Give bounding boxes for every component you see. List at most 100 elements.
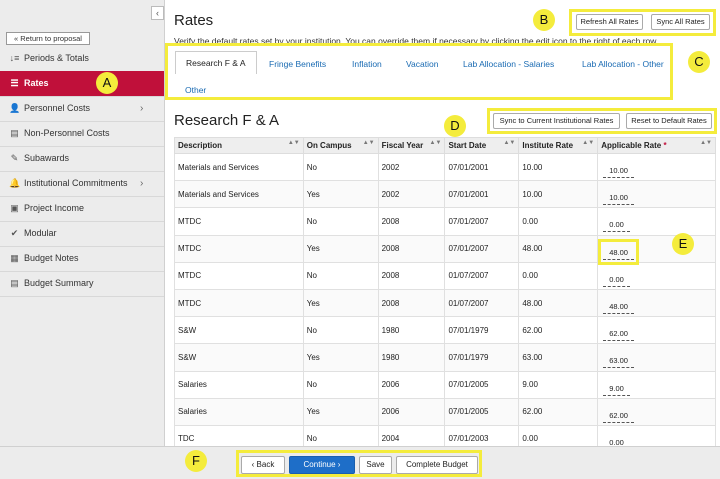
col-header-applicable-rate[interactable]: Applicable Rate * ▲▼: [597, 137, 716, 154]
callout-f: F: [185, 450, 211, 472]
sidebar-item-label: Subawards: [24, 153, 70, 163]
col-header-description[interactable]: Description ▲▼: [174, 137, 304, 154]
tab-research-fa[interactable]: Research F & A: [175, 51, 257, 74]
cell-start-date: 01/07/2007: [444, 261, 520, 290]
table-row: MTDC Yes 2008 01/07/2007 48.00 48.00: [174, 288, 716, 318]
back-button[interactable]: ‹ Back: [241, 456, 285, 474]
sidebar-item-budget-summary[interactable]: ▤ Budget Summary: [0, 271, 164, 296]
applicable-rate-input[interactable]: 0.00: [603, 216, 630, 233]
cell-institute-rate: 9.00: [518, 370, 599, 399]
bell-icon: 🔔: [9, 178, 21, 188]
sidebar-item-budget-notes[interactable]: ▦ Budget Notes: [0, 246, 164, 271]
sidebar: ‹ « Return to proposal ↓≡ Periods & Total…: [0, 0, 165, 446]
cell-applicable-rate: 62.00: [597, 316, 716, 345]
col-label: Fiscal Year: [381, 141, 424, 150]
col-header-fiscal-year[interactable]: Fiscal Year ▲▼: [377, 137, 446, 154]
cell-fiscal-year: 2008: [377, 234, 446, 263]
callout-label: A: [102, 75, 112, 90]
tab-lab-allocation-other[interactable]: Lab Allocation - Other: [582, 59, 664, 69]
applicable-rate-input[interactable]: 0.00: [603, 271, 630, 287]
cell-fiscal-year: 2008: [377, 207, 446, 236]
cell-fiscal-year: 2006: [377, 370, 446, 399]
sync-all-rates-button[interactable]: Sync All Rates: [651, 14, 710, 30]
tab-fringe-benefits[interactable]: Fringe Benefits: [269, 59, 326, 69]
table-row: TDC No 2004 07/01/2003 0.00 0.00: [174, 424, 716, 446]
image-icon: ▣: [10, 203, 19, 213]
sidebar-item-project-income[interactable]: ▣ Project Income: [0, 196, 164, 221]
applicable-rate-input[interactable]: 10.00: [603, 189, 634, 206]
col-label: Description: [178, 141, 223, 150]
collapse-sidebar-button[interactable]: ‹: [151, 6, 164, 20]
cell-institute-rate: 63.00: [518, 343, 599, 372]
cell-institute-rate: 0.00: [518, 261, 599, 290]
continue-button[interactable]: Continue ›: [289, 456, 355, 474]
cell-start-date: 07/01/1979: [444, 343, 520, 372]
sync-institutional-rates-button[interactable]: Sync to Current Institutional Rates: [493, 113, 620, 129]
cell-applicable-rate: 9.00: [597, 370, 716, 399]
applicable-rate-input[interactable]: 48.00: [598, 238, 639, 265]
cell-fiscal-year: 1980: [377, 316, 446, 345]
sidebar-item-personnel-costs[interactable]: 👤 Personnel Costs ›: [0, 96, 164, 121]
cell-start-date: 07/01/2005: [444, 370, 520, 399]
tab-lab-allocation-salaries[interactable]: Lab Allocation - Salaries: [463, 59, 554, 69]
cell-start-date: 07/01/2007: [444, 234, 520, 263]
sidebar-item-modular[interactable]: ✔ Modular: [0, 221, 164, 246]
cell-fiscal-year: 2004: [377, 424, 446, 446]
refresh-all-rates-button[interactable]: Refresh All Rates: [576, 14, 643, 30]
cell-start-date: 07/01/2003: [444, 424, 520, 446]
applicable-rate-input[interactable]: 48.00: [603, 298, 634, 315]
applicable-rate-input[interactable]: 63.00: [603, 352, 634, 369]
cell-institute-rate: 48.00: [518, 288, 599, 318]
applicable-rate-input[interactable]: 0.00: [603, 434, 630, 446]
cell-on-campus: No: [302, 370, 379, 399]
chevron-right-icon: ›: [140, 178, 144, 189]
applicable-rate-input[interactable]: 9.00: [603, 380, 630, 396]
applicable-rate-input[interactable]: 62.00: [603, 407, 634, 423]
sort-icon: ▲▼: [429, 140, 442, 146]
sort-icon: ▲▼: [287, 140, 300, 146]
sidebar-item-periods-totals[interactable]: ↓≡ Periods & Totals: [0, 46, 164, 71]
rates-table-container: Description ▲▼ On Campus ▲▼ Fiscal Year ▲▼ …: [174, 137, 716, 446]
callout-d: D: [444, 115, 470, 137]
sidebar-item-label: Institutional Commitments: [24, 178, 128, 188]
sidebar-item-rates[interactable]: ☰ Rates: [0, 71, 164, 96]
tab-inflation[interactable]: Inflation: [352, 59, 382, 69]
complete-budget-button[interactable]: Complete Budget: [396, 456, 478, 474]
table-header-row: Description ▲▼ On Campus ▲▼ Fiscal Year ▲▼ …: [174, 137, 716, 154]
sidebar-item-label: Non-Personnel Costs: [24, 128, 110, 138]
tab-vacation[interactable]: Vacation: [406, 59, 438, 69]
return-to-proposal-button[interactable]: « Return to proposal: [6, 32, 90, 45]
section-title: Research F & A: [174, 112, 280, 129]
applicable-rate-input[interactable]: 62.00: [603, 325, 634, 342]
cell-start-date: 07/01/2001: [444, 152, 520, 182]
sidebar-item-institutional-commitments[interactable]: 🔔 Institutional Commitments ›: [0, 171, 164, 196]
cell-on-campus: Yes: [302, 234, 379, 263]
cell-on-campus: No: [302, 261, 379, 290]
cell-fiscal-year: 1980: [377, 343, 446, 372]
cell-start-date: 07/01/2001: [444, 180, 520, 209]
sidebar-item-label: Periods & Totals: [24, 53, 89, 63]
document-icon: ▤: [10, 128, 19, 138]
table-row: Salaries Yes 2006 07/01/2005 62.00 62.00: [174, 397, 716, 426]
save-button[interactable]: Save: [359, 456, 392, 474]
cell-description: MTDC: [174, 207, 304, 236]
cell-description: TDC: [174, 424, 304, 446]
rates-table: Description ▲▼ On Campus ▲▼ Fiscal Year ▲▼ …: [174, 137, 716, 446]
applicable-rate-input[interactable]: 10.00: [603, 162, 634, 179]
sidebar-item-non-personnel-costs[interactable]: ▤ Non-Personnel Costs: [0, 121, 164, 146]
col-header-on-campus[interactable]: On Campus ▲▼: [302, 137, 379, 154]
reset-default-rates-button[interactable]: Reset to Default Rates: [626, 113, 712, 129]
cell-applicable-rate: 10.00: [597, 152, 716, 182]
tab-other[interactable]: Other: [185, 85, 206, 95]
cell-start-date: 07/01/1979: [444, 316, 520, 345]
cell-fiscal-year: 2002: [377, 180, 446, 209]
cell-start-date: 01/07/2007: [444, 288, 520, 318]
sidebar-item-subawards[interactable]: ✎ Subawards: [0, 146, 164, 171]
footer-bar: ‹ Back Continue › Save Complete Budget: [0, 446, 720, 479]
col-header-start-date[interactable]: Start Date ▲▼: [444, 137, 520, 154]
cell-applicable-rate: 0.00: [597, 424, 716, 446]
col-header-institute-rate[interactable]: Institute Rate ▲▼: [518, 137, 599, 154]
cell-fiscal-year: 2006: [377, 397, 446, 426]
cell-institute-rate: 0.00: [518, 207, 599, 236]
cell-fiscal-year: 2002: [377, 152, 446, 182]
